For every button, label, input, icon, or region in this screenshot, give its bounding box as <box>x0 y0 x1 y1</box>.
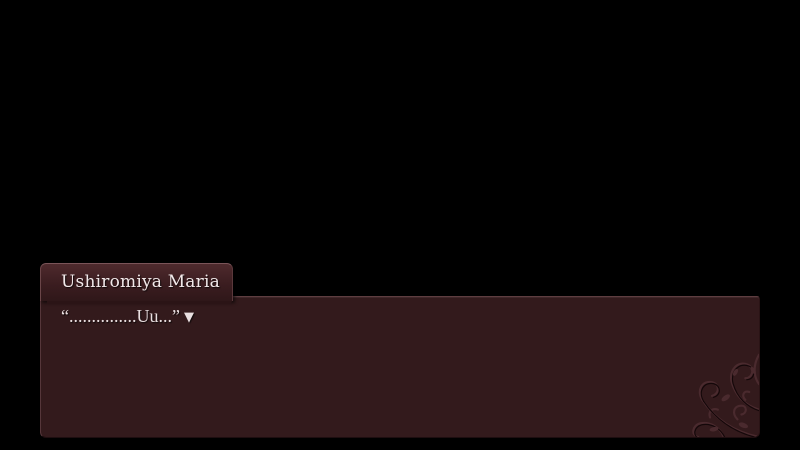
game-screen[interactable]: Ushiromiya Maria “...............Uu...” ▼ <box>0 0 800 450</box>
advance-indicator-icon[interactable]: ▼ <box>184 310 194 325</box>
dialogue-line: “...............Uu...” ▼ <box>61 306 194 327</box>
dialogue-text: “...............Uu...” <box>61 306 180 326</box>
dialogue-box[interactable]: “...............Uu...” ▼ <box>40 296 760 438</box>
speaker-name-tab: Ushiromiya Maria <box>40 263 233 304</box>
floral-ornament-icon <box>692 353 759 437</box>
speaker-name: Ushiromiya Maria <box>61 272 220 292</box>
